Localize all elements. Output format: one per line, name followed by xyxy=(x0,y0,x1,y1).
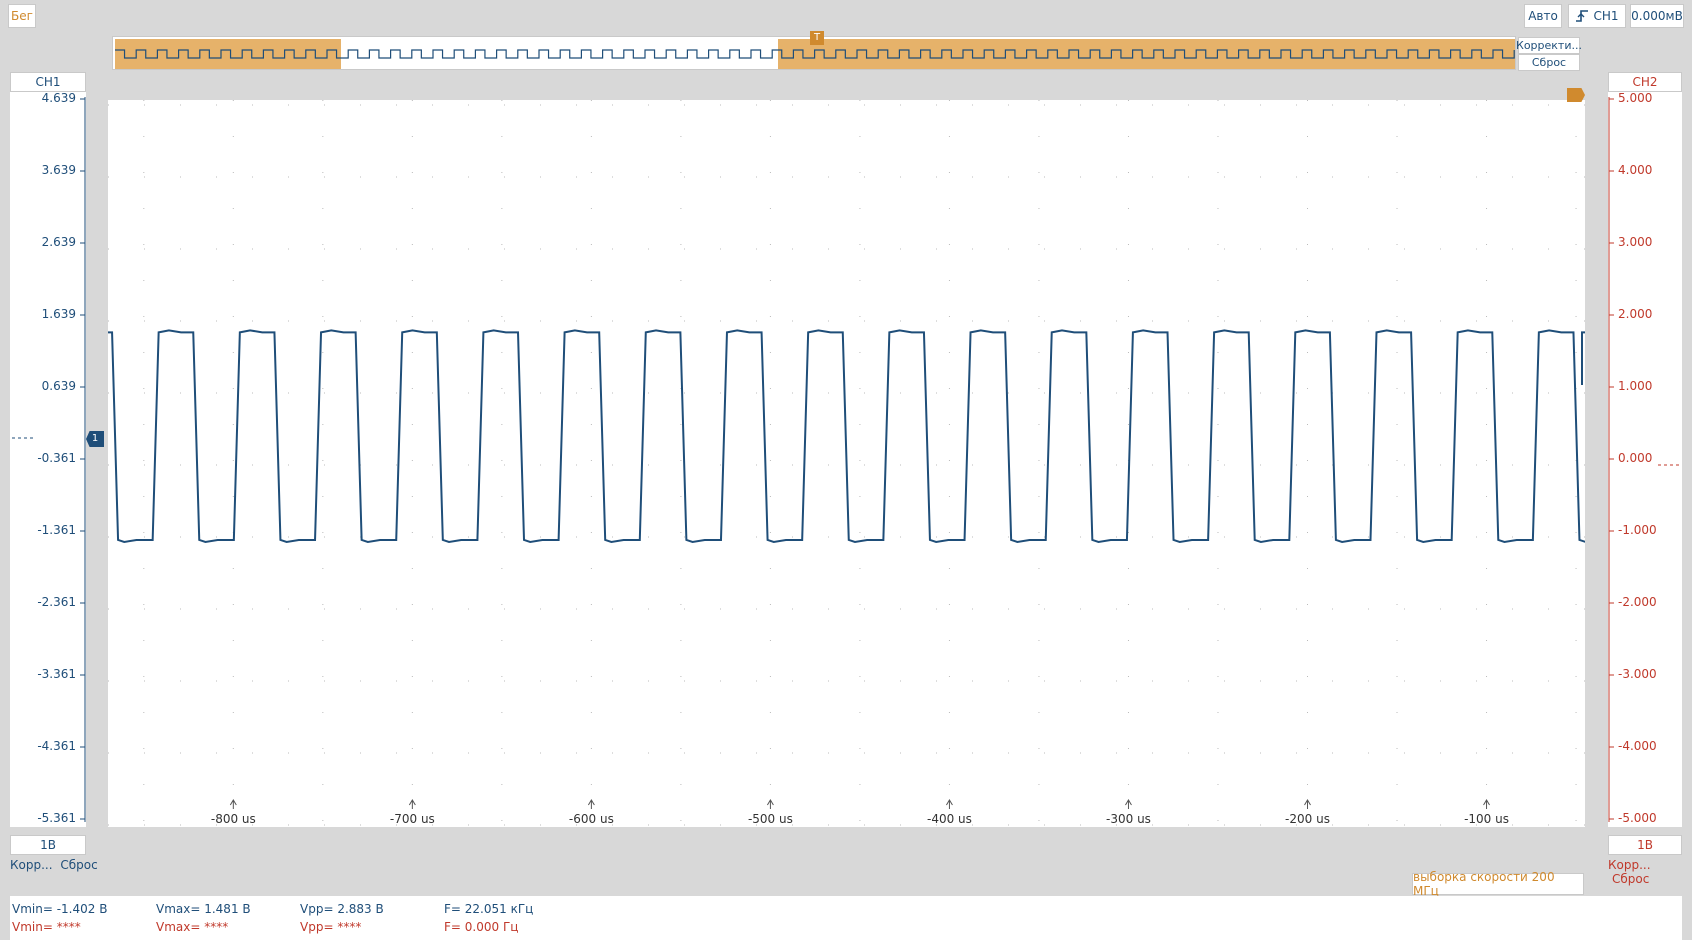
ch2-tick-label: 3.000 xyxy=(1618,235,1653,249)
time-axis-label: -100 us xyxy=(1464,812,1509,826)
time-axis-label: -200 us xyxy=(1285,812,1330,826)
ch1-name: CH1 xyxy=(35,75,61,89)
rising-edge-icon xyxy=(1576,10,1589,22)
ch2-tick-label: -4.000 xyxy=(1618,739,1657,753)
time-tick-marker xyxy=(1125,799,1132,809)
ch1-tick-label: 2.639 xyxy=(41,235,76,249)
trigger-level-button[interactable]: 0.000мВ xyxy=(1630,4,1684,28)
ch2-name: CH2 xyxy=(1632,75,1658,89)
ch1-reset-label[interactable]: Сброс xyxy=(60,858,97,872)
time-tick-marker xyxy=(229,799,237,809)
ch1-scale: 1В xyxy=(40,838,56,852)
ch1-axis[interactable]: 4.639 3.639 2.639 1.639 0.639 -0.361 -1.361 -2.… xyxy=(10,91,86,827)
time-axis-label: -800 us xyxy=(211,812,256,826)
overview-highlight xyxy=(115,39,341,69)
trigger-source-label: CH1 xyxy=(1593,9,1619,23)
overview-reset-label: Сброс xyxy=(1531,56,1567,69)
ch1-tick-label: 3.639 xyxy=(41,163,76,177)
ch1-vmax: Vmax= 1.481 В xyxy=(156,902,251,916)
ch1-channel-button[interactable]: CH1 xyxy=(10,72,86,92)
ch2-freq: F= 0.000 Гц xyxy=(444,920,519,934)
overview-highlight xyxy=(778,39,1515,69)
ch1-ground-marker-label: 1 xyxy=(91,433,99,444)
trigger-level-label: 0.000мВ xyxy=(1631,9,1683,23)
ch1-tick-label: -4.361 xyxy=(37,739,76,753)
ch1-freq: F= 22.051 кГц xyxy=(444,902,534,916)
ch2-tick-label: 5.000 xyxy=(1618,91,1653,105)
ch2-axis[interactable]: 5.000 4.000 3.000 2.000 1.000 0.000 -1.000 -2.0… xyxy=(1608,91,1682,827)
ch1-vmin: Vmin= -1.402 В xyxy=(12,902,108,916)
oscilloscope-display[interactable]: -800 us -700 us -600 us -500 us -400 us -300 … xyxy=(108,88,1585,827)
ch2-vmax: Vmax= **** xyxy=(156,920,229,934)
trigger-marker-label: T xyxy=(813,32,821,43)
ch2-tick-label: -3.000 xyxy=(1618,667,1657,681)
time-tick-marker xyxy=(1483,799,1490,809)
ch2-reset-label[interactable]: Сброс xyxy=(1612,872,1649,886)
time-axis-label: -700 us xyxy=(390,812,435,826)
ch1-scale-button[interactable]: 1В xyxy=(10,835,86,855)
ch2-tick-label: 2.000 xyxy=(1618,307,1653,321)
time-axis-label: -300 us xyxy=(1106,812,1151,826)
ch2-tick-label: 1.000 xyxy=(1618,379,1653,393)
time-tick-marker xyxy=(1304,799,1311,809)
ch1-tick-label: -5.361 xyxy=(37,811,76,825)
overview-reset-button[interactable]: Сброс xyxy=(1518,54,1580,71)
ch2-tick-label: 0.000 xyxy=(1618,451,1653,465)
sample-rate-indicator: выборка скорости 200 МГц xyxy=(1412,870,1584,898)
time-tick-marker xyxy=(587,799,595,809)
ch1-correct-button[interactable]: Корр... Сброс xyxy=(10,858,98,872)
ch2-tick-label: 4.000 xyxy=(1618,163,1653,177)
ch1-tick-label: -2.361 xyxy=(37,595,76,609)
ch2-scale: 1В xyxy=(1637,838,1653,852)
measurement-panel: Vmin= -1.402 В Vmax= 1.481 В Vpp= 2.883 … xyxy=(10,896,1682,940)
ch1-tick-label: 4.639 xyxy=(41,91,76,105)
ch2-offset-marker[interactable] xyxy=(1567,88,1585,102)
ch1-tick-label: 0.639 xyxy=(41,379,76,393)
time-axis-label: -500 us xyxy=(748,812,793,826)
ch2-correct-button[interactable]: Корр... Сброс xyxy=(1608,858,1692,886)
trigger-mode-label: Авто xyxy=(1528,9,1558,23)
time-tick-marker xyxy=(766,799,774,809)
ch1-tick-label: 1.639 xyxy=(41,307,76,321)
ch1-correct-label: Корр... xyxy=(10,858,53,872)
plot-canvas: -800 us -700 us -600 us -500 us -400 us -300 … xyxy=(108,100,1585,827)
sample-rate-label: выборка скорости 200 МГц xyxy=(1413,870,1555,898)
ch1-tick-label: -3.361 xyxy=(37,667,76,681)
trigger-position-marker[interactable]: T xyxy=(810,31,824,45)
run-state-label: Бег xyxy=(11,9,33,23)
ch2-channel-button[interactable]: CH2 xyxy=(1608,72,1682,92)
time-axis-label: -400 us xyxy=(927,812,972,826)
ch1-ground-marker[interactable]: 1 xyxy=(86,431,104,447)
trigger-source-button[interactable]: CH1 xyxy=(1568,4,1626,28)
trigger-mode-button[interactable]: Авто xyxy=(1524,4,1562,28)
ch2-scale-button[interactable]: 1В xyxy=(1608,835,1682,855)
ch2-tick-label: -1.000 xyxy=(1618,523,1657,537)
time-axis-label: -600 us xyxy=(569,812,614,826)
ch1-vpp: Vpp= 2.883 В xyxy=(300,902,384,916)
ch2-tick-label: -2.000 xyxy=(1618,595,1657,609)
overview-correct-button[interactable]: Корректи... xyxy=(1516,37,1582,54)
ch1-tick-label: -0.361 xyxy=(37,451,76,465)
run-state-button[interactable]: Бег xyxy=(8,4,36,28)
ch2-vmin: Vmin= **** xyxy=(12,920,81,934)
ch1-tick-label: -1.361 xyxy=(37,523,76,537)
ch2-correct-label: Корр... xyxy=(1608,858,1651,872)
ch2-vpp: Vpp= **** xyxy=(300,920,362,934)
ch1-waveform xyxy=(108,329,1585,543)
overview-correct-label: Корректи... xyxy=(1516,39,1582,52)
time-tick-marker xyxy=(408,799,416,809)
ch2-tick-label: -5.000 xyxy=(1618,811,1657,825)
time-tick-marker xyxy=(946,799,953,809)
